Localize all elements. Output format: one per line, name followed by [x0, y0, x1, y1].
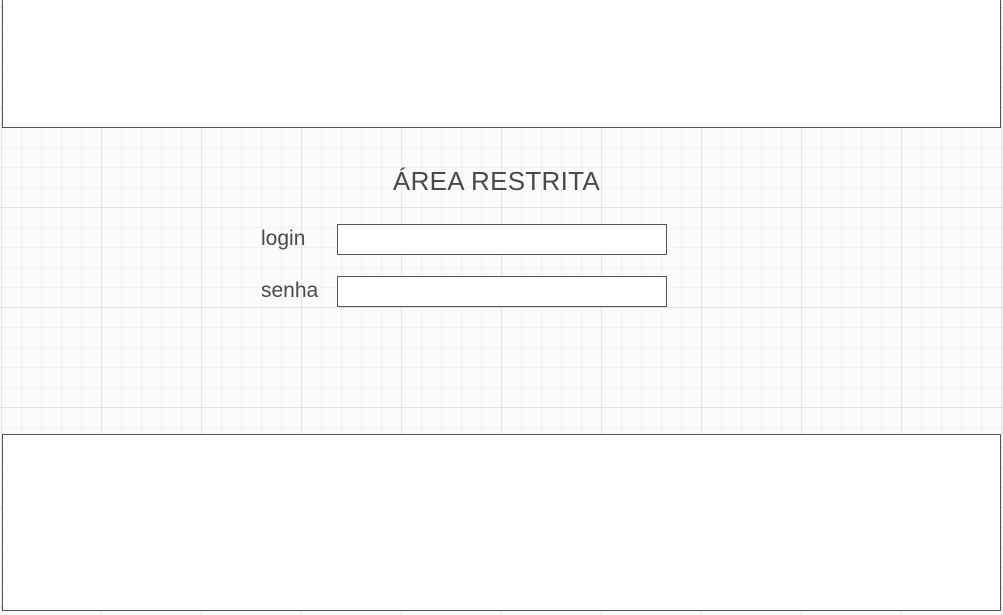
senha-input[interactable] — [337, 276, 667, 307]
login-input[interactable] — [337, 224, 667, 255]
login-label: login — [261, 227, 306, 250]
footer-panel — [2, 434, 1001, 611]
header-panel — [2, 0, 1001, 128]
senha-label: senha — [261, 279, 319, 302]
page-title: ÁREA RESTRITA — [392, 166, 601, 196]
